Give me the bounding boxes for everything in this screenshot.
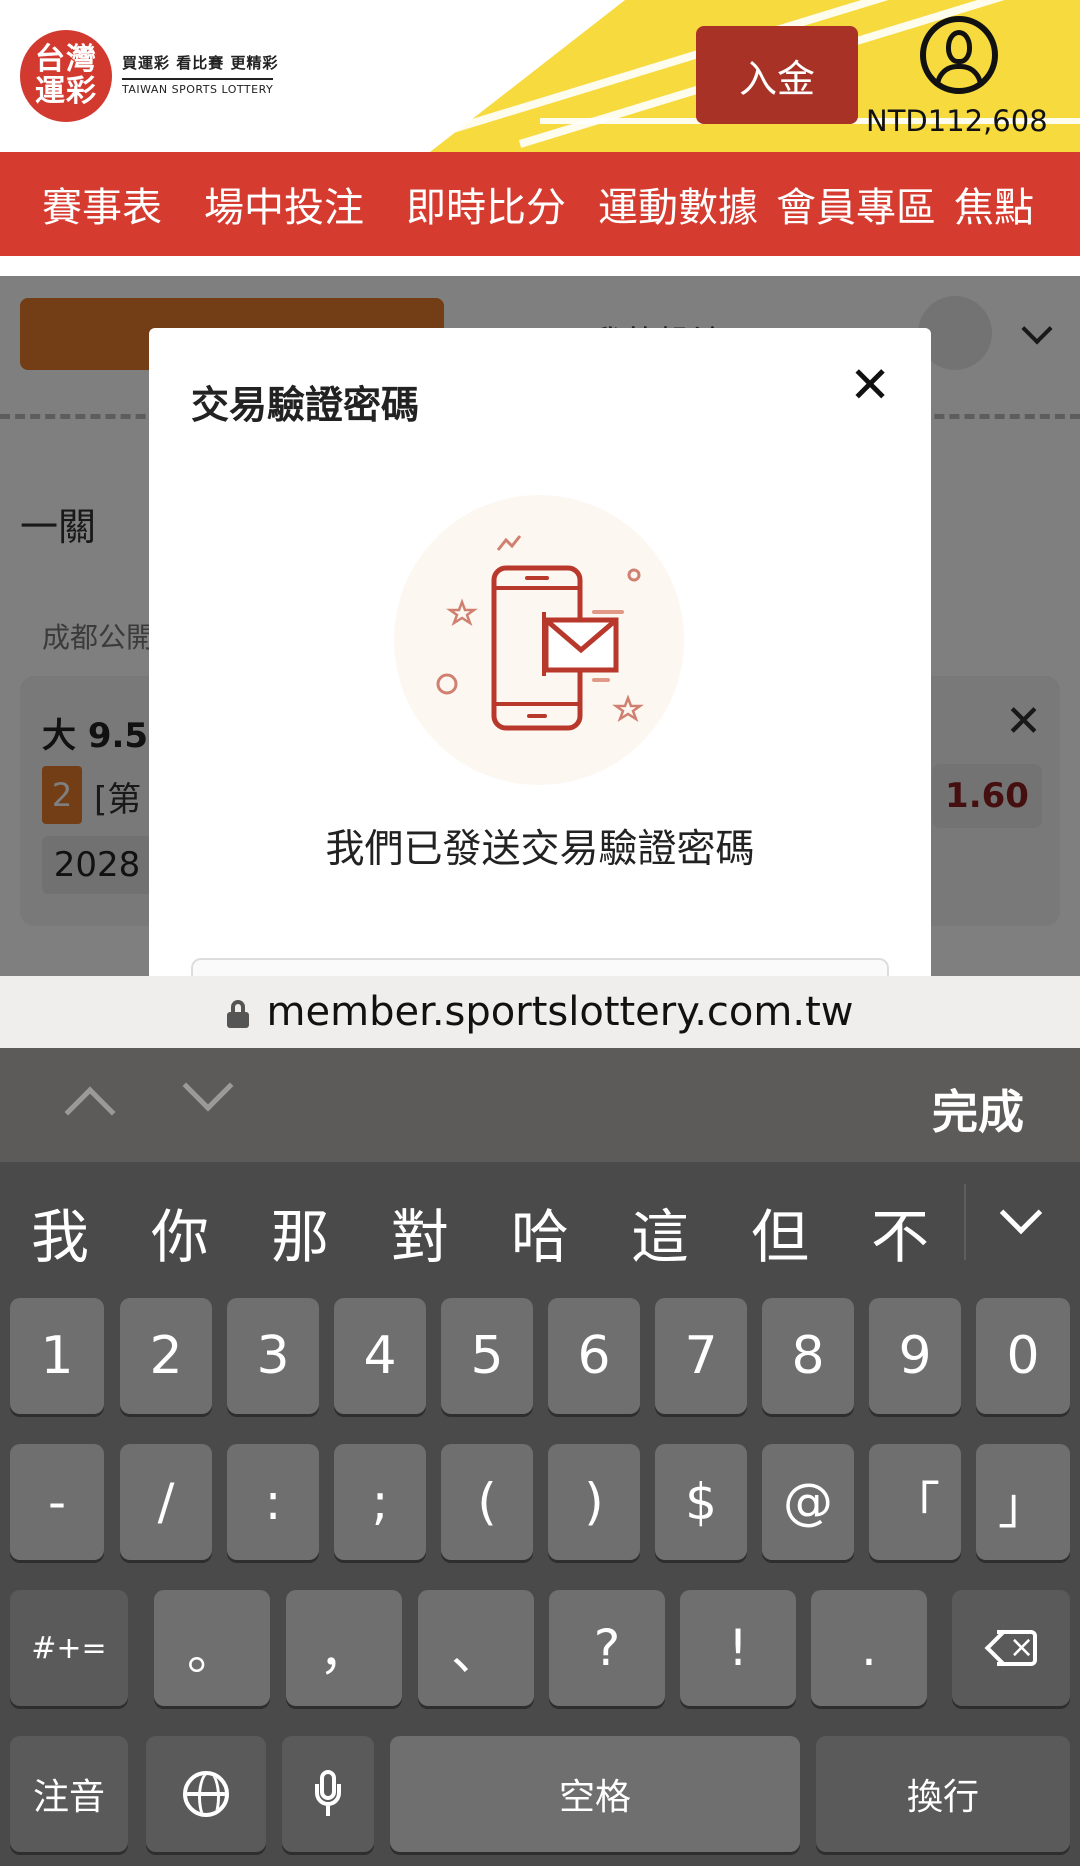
verification-code-input[interactable] [191,958,889,976]
globe-key[interactable] [146,1736,266,1852]
key-at[interactable]: @ [762,1444,854,1560]
nav-item-live-score[interactable]: 即時比分 [406,175,566,233]
key-comma[interactable]: ， [286,1590,402,1706]
key-semicolon[interactable]: ; [334,1444,426,1560]
key-dollar[interactable]: $ [655,1444,747,1560]
key-close-paren[interactable]: ) [548,1444,640,1560]
nav-item-focus[interactable]: 焦點 [954,175,1034,233]
key-period-cjk[interactable]: 。 [154,1590,270,1706]
return-key[interactable]: 換行 [816,1736,1070,1852]
candidate-word[interactable]: 你 [130,1190,230,1274]
site-logo[interactable]: 台灣 運彩 [20,30,112,122]
microphone-icon [315,1770,341,1818]
account-balance: NTD112,608 [866,104,1048,138]
key-7[interactable]: 7 [655,1298,747,1414]
backspace-icon: × [984,1629,1037,1667]
candidate-word[interactable]: 不 [850,1190,950,1274]
tagline-english: TAIWAN SPORTS LOTTERY [122,78,274,96]
key-5[interactable]: 5 [441,1298,533,1414]
key-slash[interactable]: / [120,1444,212,1560]
candidate-word[interactable]: 我 [10,1190,110,1274]
expand-candidates-chevron-down-icon[interactable] [999,1191,1043,1235]
logo-text-2: 運彩 [35,74,97,109]
candidate-bar: 我 你 那 對 哈 這 但 不 [0,1162,1080,1282]
dictation-key[interactable] [282,1736,374,1852]
nav-item-member-area[interactable]: 會員專區 [776,175,936,233]
key-colon[interactable]: : [227,1444,319,1560]
key-open-bracket[interactable]: 「 [869,1444,961,1560]
user-avatar-icon[interactable] [920,16,998,94]
keyboard-accessory-bar: 完成 [0,1048,1080,1162]
candidate-word[interactable]: 哈 [490,1190,590,1274]
next-field-chevron-down-icon[interactable] [182,1060,234,1112]
url-text: member.sportslottery.com.tw [266,989,854,1035]
key-0[interactable]: 0 [976,1298,1070,1414]
candidate-word[interactable]: 對 [370,1190,470,1274]
site-header: 台灣 運彩 買運彩 看比賽 更精彩 TAIWAN SPORTS LOTTERY … [0,0,1080,152]
tagline: 買運彩 看比賽 更精彩 [122,54,279,72]
key-8[interactable]: 8 [762,1298,854,1414]
key-open-paren[interactable]: ( [441,1444,533,1560]
key-1[interactable]: 1 [10,1298,104,1414]
key-close-bracket[interactable]: 」 [976,1444,1070,1560]
key-enumeration-comma[interactable]: 、 [418,1590,534,1706]
modal-title: 交易驗證密碼 [191,383,420,427]
key-3[interactable]: 3 [227,1298,319,1414]
deposit-button[interactable]: 入金 [696,26,858,124]
lock-icon [226,1000,249,1028]
key-4[interactable]: 4 [334,1298,426,1414]
backspace-key[interactable]: × [952,1590,1070,1706]
symbols-mode-key[interactable]: #+= [10,1590,128,1706]
browser-url-bar[interactable]: member.sportslottery.com.tw [0,976,1080,1048]
key-2[interactable]: 2 [120,1298,212,1414]
verification-modal: 交易驗證密碼 ✕ 我們已發送交易驗證密碼 [149,328,931,976]
nav-item-schedule[interactable]: 賽事表 [42,175,162,233]
sent-message: 我們已發送交易驗證密碼 [325,827,755,872]
candidate-divider [964,1184,966,1260]
space-key[interactable]: 空格 [390,1736,800,1852]
close-icon[interactable]: ✕ [849,360,891,410]
key-hyphen[interactable]: - [10,1444,104,1560]
main-nav: 賽事表 場中投注 即時比分 運動數據 會員專區 焦點 [0,152,1080,256]
candidate-word[interactable]: 那 [250,1190,350,1274]
nav-item-sports-data[interactable]: 運動數據 [598,175,758,233]
key-6[interactable]: 6 [548,1298,640,1414]
nav-item-live-betting[interactable]: 場中投注 [204,175,364,233]
globe-icon [183,1771,229,1817]
previous-field-chevron-up-icon[interactable] [64,1086,116,1138]
logo-text-1: 台灣 [35,42,97,77]
done-button[interactable]: 完成 [932,1076,1024,1142]
candidate-word[interactable]: 這 [610,1190,710,1274]
onscreen-keyboard: 我 你 那 對 哈 這 但 不 1 2 3 4 5 6 7 8 9 0 - / … [0,1162,1080,1866]
key-period[interactable]: . [811,1590,927,1706]
candidate-word[interactable]: 但 [730,1190,830,1274]
phone-envelope-icon [394,495,684,785]
key-question[interactable]: ? [549,1590,665,1706]
zhuyin-key[interactable]: 注音 [10,1736,128,1852]
key-9[interactable]: 9 [869,1298,961,1414]
key-exclamation[interactable]: ! [680,1590,796,1706]
